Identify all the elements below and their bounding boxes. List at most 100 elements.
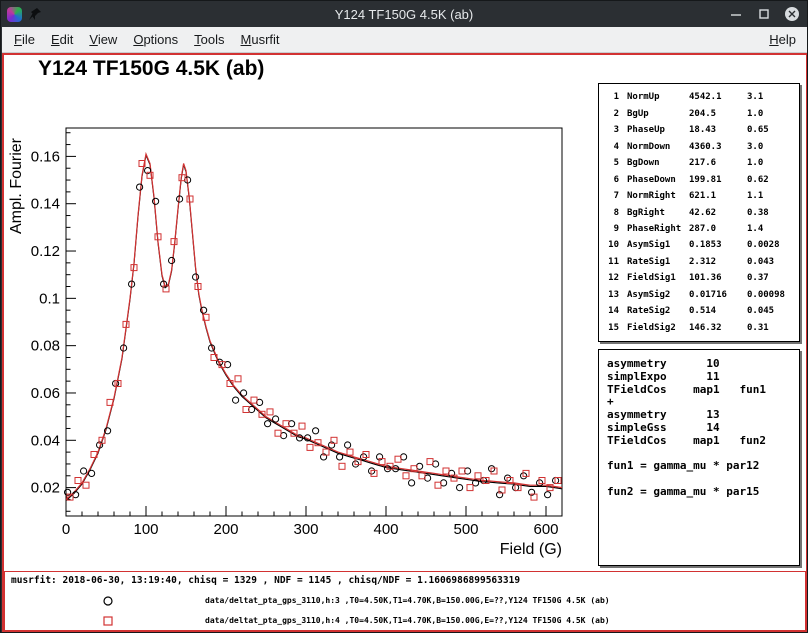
menu-bar: File Edit View Options Tools Musrfit Hel… [2,27,808,53]
close-icon [784,6,799,22]
legend-circle-marker [101,594,115,608]
menu-options[interactable]: Options [125,28,186,51]
param-val: 0.514 [689,306,747,316]
param-val: 18.43 [689,125,747,135]
param-err: 1.0 [747,158,799,168]
param-err: 0.62 [747,175,799,185]
param-name: BgUp [619,109,689,119]
theory-line: TFieldCos map1 fun2 [607,435,799,448]
param-num: 14 [605,306,619,316]
param-val: 4360.3 [689,142,747,152]
param-num: 8 [605,208,619,218]
legend-square-marker [101,614,115,628]
y-tick-label: 0.08 [31,338,60,355]
y-tick-label: 0.02 [31,480,60,497]
plot-svg[interactable]: 01002003004005006000.020.040.060.080.10.… [4,55,596,565]
pin-icon [28,7,42,21]
param-num: 13 [605,290,619,300]
param-num: 12 [605,273,619,283]
param-row: 10AsymSig10.18530.0028 [605,240,799,250]
root-canvas[interactable]: Y124 TF150G 4.5K (ab) 010020030040050060… [2,53,808,633]
menu-musrfit[interactable]: Musrfit [233,28,288,51]
fit-curve-black[interactable] [66,155,562,500]
legend-label: data/deltat_pta_gps_3110,h:4 ,T0=4.50K,T… [205,616,610,625]
y-tick-label: 0.04 [31,432,60,449]
param-row: 9PhaseRight287.01.4 [605,224,799,234]
param-err: 3.0 [747,142,799,152]
param-err: 0.31 [747,323,799,333]
param-err: 3.1 [747,92,799,102]
param-val: 217.6 [689,158,747,168]
param-num: 4 [605,142,619,152]
param-err: 0.65 [747,125,799,135]
param-row: 6PhaseDown199.810.62 [605,175,799,185]
theory-line: asymmetry 10 [607,358,799,371]
title-bar[interactable]: Y124 TF150G 4.5K (ab) [1,1,807,27]
maximize-button[interactable] [756,7,771,22]
window-title: Y124 TF150G 4.5K (ab) [1,7,807,22]
param-row: 1NormUp4542.13.1 [605,92,799,102]
param-val: 2.312 [689,257,747,267]
param-num: 9 [605,224,619,234]
param-err: 1.4 [747,224,799,234]
close-button[interactable] [784,7,799,22]
x-tick-label: 600 [533,521,558,538]
param-name: PhaseRight [619,224,689,234]
param-num: 15 [605,323,619,333]
y-tick-label: 0.14 [31,196,60,213]
fit-curve-red[interactable] [66,154,562,499]
param-row: 12FieldSig1101.360.37 [605,273,799,283]
param-name: RateSig2 [619,306,689,316]
param-name: BgDown [619,158,689,168]
maximize-icon [757,7,771,21]
menu-edit[interactable]: Edit [43,28,81,51]
param-err: 0.38 [747,208,799,218]
param-name: FieldSig2 [619,323,689,333]
x-axis-title: Field (G) [500,541,562,558]
minimize-button[interactable] [728,7,743,22]
titlebar-left [7,1,42,27]
param-err: 0.043 [747,257,799,267]
y-axis-title: Ampl. Fourier [8,137,25,234]
param-name: PhaseUp [619,125,689,135]
x-tick-label: 300 [293,521,318,538]
param-row: 14RateSig20.5140.045 [605,306,799,316]
menu-file[interactable]: File [6,28,43,51]
param-val: 621.1 [689,191,747,201]
minimize-icon [729,7,743,21]
param-val: 0.01716 [689,290,747,300]
param-val: 0.1853 [689,240,747,250]
theory-line: TFieldCos map1 fun1 [607,384,799,397]
param-num: 10 [605,240,619,250]
param-err: 0.37 [747,273,799,283]
menu-help[interactable]: Help [761,28,804,51]
y-tick-label: 0.16 [31,148,60,165]
y-axis: 0.020.040.060.080.10.120.140.16 [31,133,76,512]
param-err: 0.0028 [747,240,799,250]
param-num: 5 [605,158,619,168]
y-tick-label: 0.12 [31,243,60,260]
param-num: 11 [605,257,619,267]
param-box[interactable]: 1NormUp4542.13.12BgUp204.51.03PhaseUp18.… [598,83,800,342]
param-num: 7 [605,191,619,201]
app-icon [7,7,22,22]
param-val: 146.32 [689,323,747,333]
theory-box[interactable]: asymmetry 10simplExpo 11TFieldCos map1 f… [598,349,800,566]
x-tick-label: 0 [62,521,70,538]
menu-tools[interactable]: Tools [186,28,232,51]
param-row: 11RateSig12.3120.043 [605,257,799,267]
param-num: 2 [605,109,619,119]
param-val: 199.81 [689,175,747,185]
series-square[interactable] [67,161,561,501]
x-tick-label: 100 [133,521,158,538]
legend-row: data/deltat_pta_gps_3110,h:3 ,T0=4.50K,T… [5,592,805,610]
x-tick-label: 200 [213,521,238,538]
y-tick-label: 0.1 [39,290,60,307]
menu-view[interactable]: View [81,28,125,51]
x-tick-label: 500 [453,521,478,538]
x-axis: 0100200300400500600 [62,506,562,538]
param-num: 3 [605,125,619,135]
param-err: 0.045 [747,306,799,316]
series-circle[interactable] [65,168,559,498]
legend-pad[interactable]: musrfit: 2018-06-30, 13:19:40, chisq = 1… [4,571,806,631]
